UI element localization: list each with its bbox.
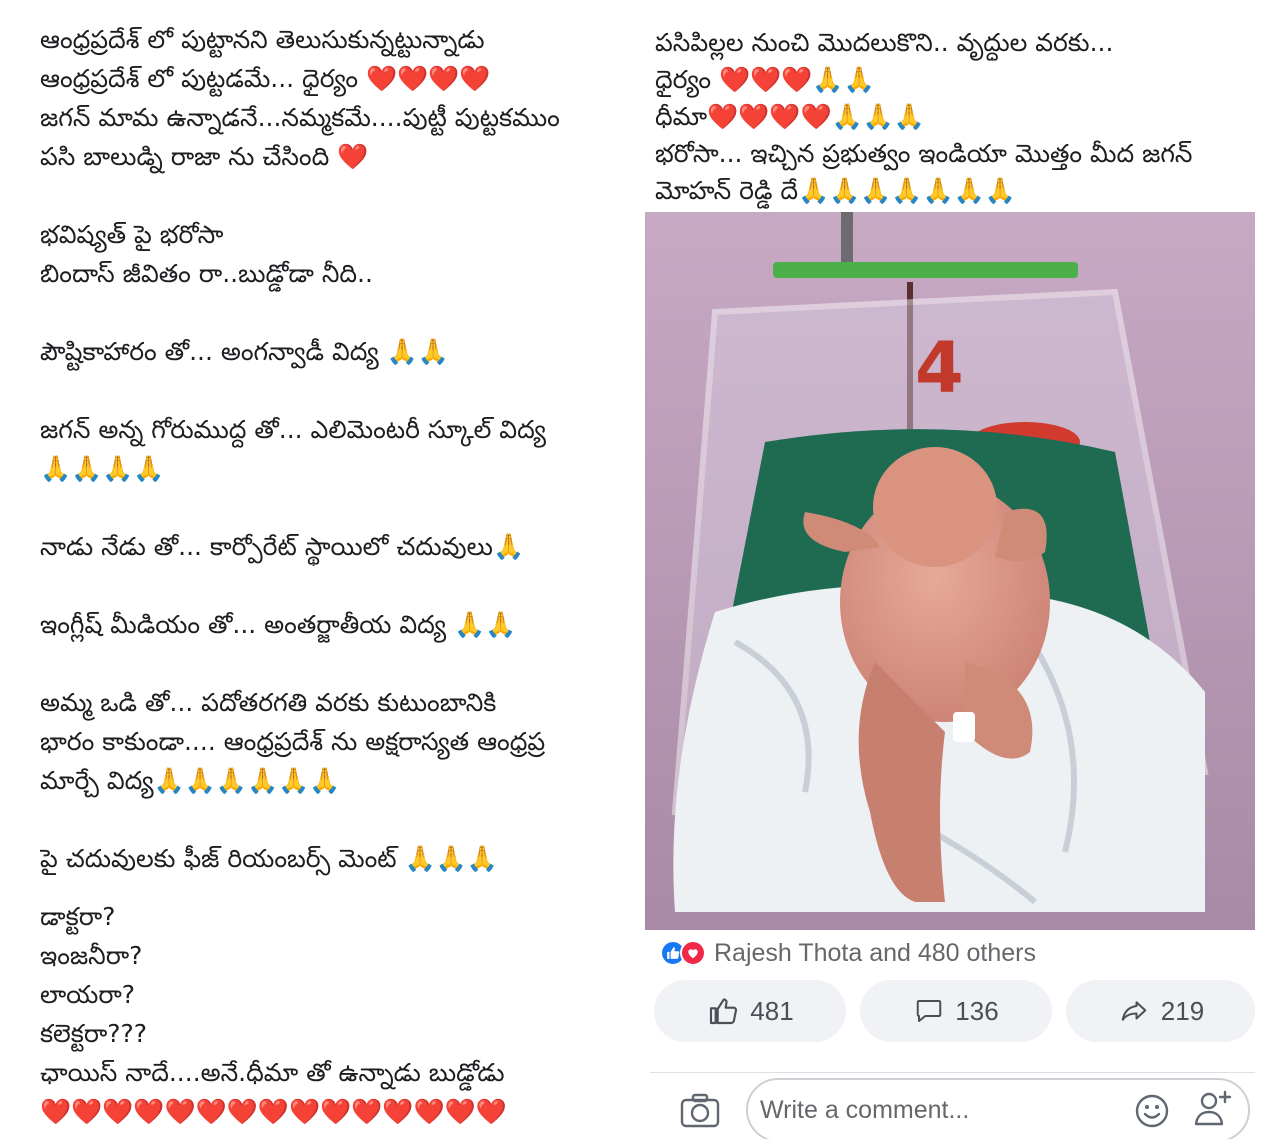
thumbs-up-icon <box>706 995 740 1027</box>
post-line: డాక్టరా? <box>40 902 116 931</box>
newborn-photo-illustration: 4 <box>645 212 1255 930</box>
post-line: ఇంగ్లీష్ మీడియం తో... అంతర్జాతీయ విద్య 🙏… <box>40 610 517 639</box>
post-line: పసిపిల్లల నుంచి మొదలుకొని.. వృద్ధుల వరకు… <box>655 28 1114 57</box>
post-line: ❤️❤️❤️❤️❤️❤️❤️❤️❤️❤️❤️❤️❤️❤️❤️ <box>40 1097 507 1126</box>
like-button[interactable]: 481 <box>654 980 846 1042</box>
post-line: భారం కాకుండా.... ఆంధ్రప్రదేశ్ ను అక్షరాస… <box>40 727 546 756</box>
share-icon <box>1117 996 1151 1026</box>
post-line: అమ్మ ఒడి తో... పదోతరగతి వరకు కుటుంబానికి <box>40 688 497 717</box>
post-line: పై చదువులకు ఫీజ్ రియంబర్స్ మెంట్ 🙏🙏🙏 <box>40 844 498 873</box>
post-line: మోహన్ రెడ్డి దే🙏🙏🙏🙏🙏🙏🙏 <box>655 176 1016 205</box>
post-line: ఛాయిస్ నాదే....అనే.ధీమా తో ఉన్నాడు బుడ్డ… <box>40 1058 505 1087</box>
divider <box>650 1072 1255 1073</box>
post-line: మార్చే విద్య🙏🙏🙏🙏🙏🙏 <box>40 766 341 795</box>
post-line: నాడు నేడు తో... కార్పోరేట్ స్థాయిలో చదువ… <box>40 532 525 561</box>
post-line: 🙏🙏🙏🙏 <box>40 454 165 483</box>
post-line: పసి బాలుడ్ని రాజా ను చేసింది ❤️ <box>40 142 369 171</box>
comment-button[interactable]: 136 <box>860 980 1052 1042</box>
love-icon <box>680 940 706 966</box>
comment-input[interactable] <box>760 1095 1120 1125</box>
post-line: జగన్ మామ ఉన్నాడనే...నమ్మకమే....పుట్టీ పు… <box>40 103 560 132</box>
post-line: ధీమా❤️❤️❤️❤️🙏🙏🙏 <box>655 102 926 131</box>
post-line: జగన్ అన్న గోరుముద్ద తో... ఎలిమెంటరీ స్కూ… <box>40 415 546 444</box>
comment-icon <box>913 996 945 1026</box>
comment-box[interactable] <box>746 1078 1250 1139</box>
reactions-text: Rajesh Thota and 480 others <box>714 938 1036 967</box>
post-line: కలెక్టరా??? <box>40 1019 148 1048</box>
share-count: 219 <box>1160 995 1205 1026</box>
tag-friend-icon[interactable] <box>1193 1088 1233 1128</box>
post-line: ఆంధ్రప్రదేశ్ లో పుట్టడమే... ధైర్యం ❤️❤️❤… <box>40 64 491 93</box>
like-count: 481 <box>750 995 794 1026</box>
share-button[interactable]: 219 <box>1066 980 1255 1042</box>
svg-text:4: 4 <box>915 327 964 409</box>
post-line: ధైర్యం ❤️❤️❤️🙏🙏 <box>655 65 875 94</box>
post-line: లాయరా? <box>40 980 136 1009</box>
post-line: ఇంజనీరా? <box>40 941 143 970</box>
post-line: పౌష్టికాహారం తో... అంగన్వాడీ విద్య 🙏🙏 <box>40 337 449 366</box>
post-photo[interactable]: 4 <box>645 212 1255 930</box>
post-line: ఆంధ్రప్రదేశ్ లో పుట్టానని తెలుసుకున్నట్ట… <box>40 25 485 54</box>
comment-count: 136 <box>955 995 999 1026</box>
emoji-icon[interactable] <box>1134 1093 1170 1129</box>
reactions-summary[interactable]: Rajesh Thota and 480 others <box>660 937 1036 969</box>
post-line: భవిష్యత్ పై భరోసా <box>40 220 224 249</box>
right-post-text: పసిపిల్లల నుంచి మొదలుకొని.. వృద్ధుల వరకు… <box>655 24 1255 209</box>
post-line: బిందాస్ జీవితం రా..బుడ్డోడా నీది.. <box>40 259 373 288</box>
camera-icon[interactable] <box>680 1093 720 1129</box>
left-post-text: ఆంధ్రప్రదేశ్ లో పుట్టానని తెలుసుకున్నట్ట… <box>40 20 625 1139</box>
post-line: భరోసా... ఇచ్చిన ప్రభుత్వం ఇండియా మొత్తం … <box>655 139 1193 168</box>
